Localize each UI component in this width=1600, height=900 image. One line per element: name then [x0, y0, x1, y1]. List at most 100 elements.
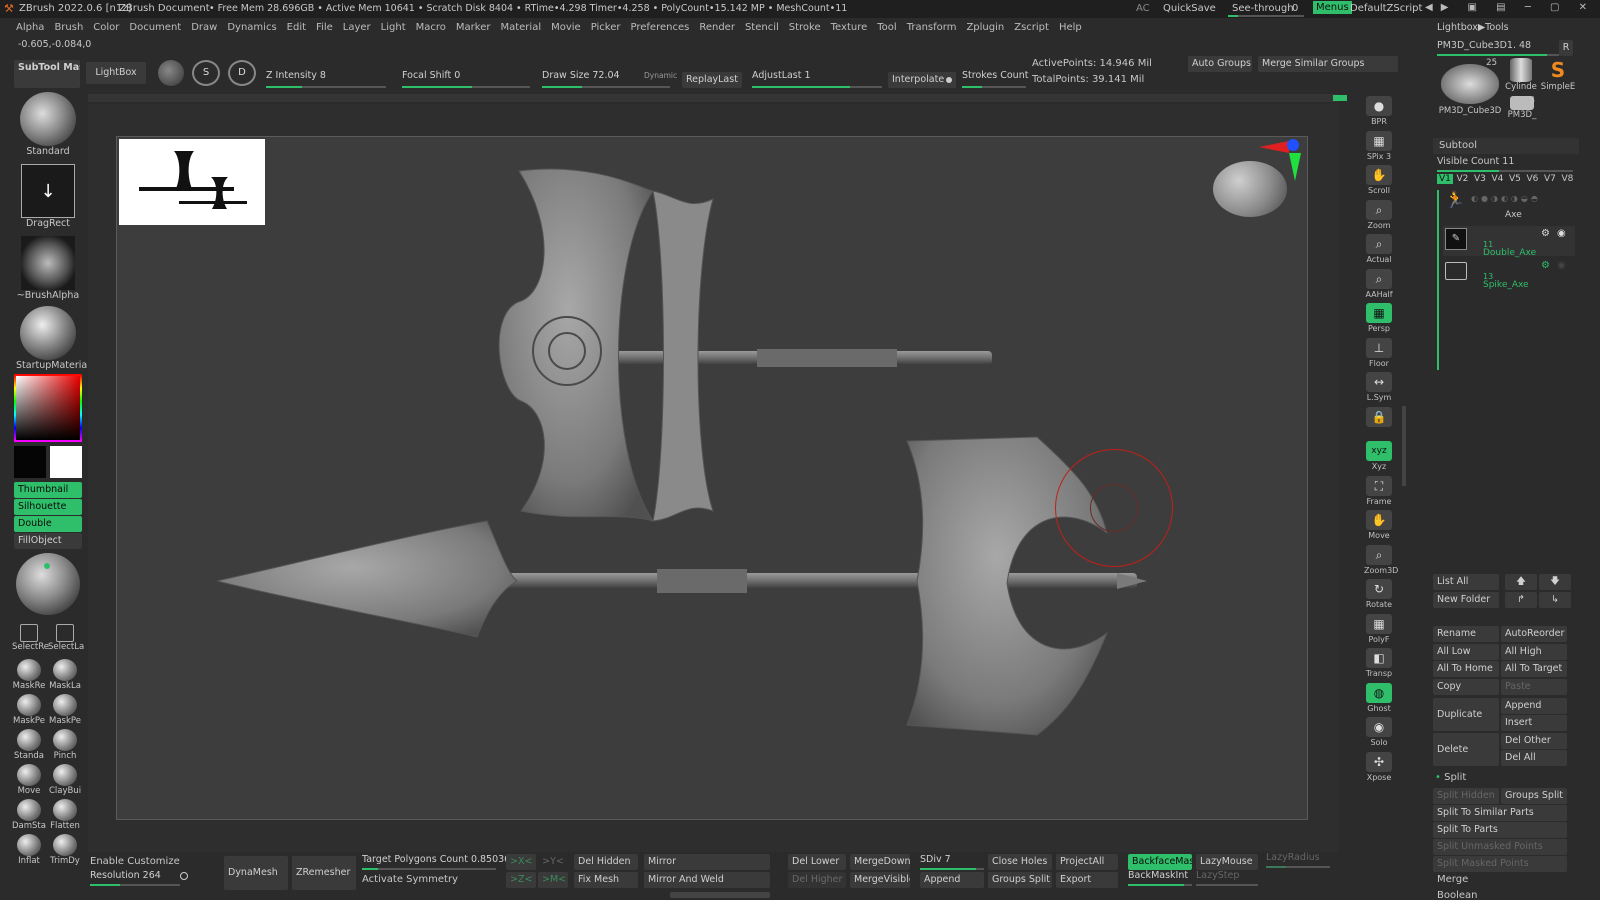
paste-button[interactable]: Paste	[1501, 678, 1567, 695]
del-higher-button[interactable]: Del Higher	[788, 872, 846, 888]
brush-flatten[interactable]: Flatten	[48, 799, 82, 831]
close-holes-button[interactable]: Close Holes	[988, 854, 1052, 870]
lazy-step-slider[interactable]: LazyStep	[1196, 870, 1258, 886]
current-stroke-thumbnail[interactable]: ↓ DragRect	[16, 164, 80, 232]
list-all-button[interactable]: List All	[1433, 574, 1499, 590]
menu-picker[interactable]: Picker	[591, 22, 621, 33]
primary-color-swatch[interactable]	[14, 446, 46, 478]
visible-count-slider[interactable]: Visible Count 11	[1437, 156, 1573, 172]
thumbnail-toggle[interactable]: Thumbnail	[14, 482, 82, 498]
gear-icon[interactable]: ⚙	[1541, 228, 1550, 239]
enable-customize-button[interactable]: Enable Customize	[90, 856, 180, 867]
canvas-scroll-indicator[interactable]	[1333, 95, 1347, 101]
menu-material[interactable]: Material	[500, 22, 541, 33]
dynamic-d-icon[interactable]: D	[228, 60, 256, 86]
menu-tool[interactable]: Tool	[877, 22, 896, 33]
target-polygons-slider[interactable]: Target Polygons Count 0.85036	[362, 854, 510, 870]
mirror-and-weld-button[interactable]: Mirror And Weld	[644, 872, 770, 888]
view-tool-scroll[interactable]: ✋ Scroll	[1364, 165, 1394, 195]
see-through-slider[interactable]: See-through 0	[1228, 1, 1304, 17]
brush-damsta[interactable]: DamSta	[12, 799, 46, 831]
menu-preferences[interactable]: Preferences	[631, 22, 690, 33]
r-button[interactable]: R	[1559, 40, 1573, 56]
move-out-folder-icon[interactable]: ↳	[1539, 592, 1571, 608]
lazy-mouse-toggle[interactable]: LazyMouse	[1196, 854, 1258, 870]
split-similar-parts-button[interactable]: Split To Similar Parts	[1433, 805, 1567, 821]
version-tab-v4[interactable]: V4	[1490, 174, 1506, 184]
project-all-button[interactable]: ProjectAll	[1056, 854, 1118, 870]
gear-icon[interactable]: ⚙	[1541, 260, 1550, 271]
eye-icon[interactable]: ◉	[1557, 260, 1566, 271]
bottom-tray-handle[interactable]	[670, 892, 770, 898]
new-folder-button[interactable]: New Folder	[1433, 592, 1499, 608]
backface-mask-toggle[interactable]: BackfaceMask	[1128, 854, 1192, 870]
menu-document[interactable]: Document	[129, 22, 181, 33]
rename-button[interactable]: Rename	[1433, 626, 1499, 642]
menu-layer[interactable]: Layer	[343, 22, 371, 33]
autoreorder-button[interactable]: AutoReorder	[1501, 626, 1567, 642]
auto-groups-button[interactable]: Auto Groups	[1188, 56, 1252, 72]
view-tool-zoom[interactable]: ⌕ Zoom	[1364, 199, 1394, 230]
view-tool-persp[interactable]: ▦ Persp	[1364, 303, 1394, 333]
activate-symmetry-button[interactable]: Activate Symmetry	[362, 874, 458, 885]
menus-toggle[interactable]: Menus	[1313, 1, 1352, 14]
menu-alpha[interactable]: Alpha	[16, 22, 44, 33]
tool-thumb-cylinder[interactable]: Cylinde	[1503, 58, 1539, 94]
focal-shift-slider[interactable]: Focal Shift 0	[402, 70, 530, 88]
zremesher-button[interactable]: ZRemesher	[292, 856, 356, 890]
del-lower-button[interactable]: Del Lower	[788, 854, 846, 870]
sdiv-slider[interactable]: SDiv 7	[920, 854, 984, 870]
view-tool-transp[interactable]: ◧ Transp	[1364, 648, 1394, 678]
mirror-button[interactable]: Mirror	[644, 854, 770, 870]
quicksave-button[interactable]: QuickSave	[1163, 3, 1216, 14]
lazy-radius-slider[interactable]: LazyRadius	[1266, 852, 1330, 868]
view-tool-zoom3d[interactable]: ⌕ Zoom3D	[1364, 544, 1398, 575]
menu-macro[interactable]: Macro	[416, 22, 446, 33]
menu-edit[interactable]: Edit	[287, 22, 306, 33]
current-tool-slider[interactable]: PM3D_Cube3D1. 48	[1437, 40, 1559, 56]
version-tab-v8[interactable]: V8	[1560, 174, 1576, 184]
view-tool-xyz[interactable]: xyz Xyz	[1364, 441, 1394, 471]
all-low-button[interactable]: All Low	[1433, 643, 1499, 660]
view-tool-ghost[interactable]: ◍ Ghost	[1364, 682, 1394, 713]
groups-split-button[interactable]: Groups Split	[988, 872, 1052, 888]
menu-zscript[interactable]: Zscript	[1014, 22, 1049, 33]
view-tool-bpr[interactable]: ● BPR	[1364, 96, 1394, 126]
del-hidden-button[interactable]: Del Hidden	[574, 854, 638, 870]
brush-selectla[interactable]: SelectLa	[48, 624, 84, 652]
view-tool-spix-3[interactable]: ▦ SPix 3	[1364, 130, 1394, 161]
menu-help[interactable]: Help	[1059, 22, 1082, 33]
split-masked-button[interactable]: Split Masked Points	[1433, 856, 1567, 872]
draw-size-s-icon[interactable]: S	[192, 60, 220, 86]
window-controls-icon[interactable]: ◀▶ ▣ ▤ ─ ▢ ✕	[1425, 2, 1595, 13]
view-tool-lock[interactable]: 🔒	[1364, 406, 1394, 428]
merge-visible-button[interactable]: MergeVisible	[850, 872, 910, 888]
merge-header[interactable]: Merge	[1437, 874, 1468, 885]
eye-icon[interactable]: ◉	[1557, 228, 1566, 239]
version-tab-v5[interactable]: V5	[1507, 174, 1523, 184]
tool-thumb-main[interactable]: 25 PM3D_Cube3D	[1437, 58, 1503, 122]
view-tool-floor[interactable]: ⊥ Floor	[1364, 337, 1394, 368]
menu-zplugin[interactable]: Zplugin	[966, 22, 1004, 33]
menu-marker[interactable]: Marker	[456, 22, 491, 33]
menu-texture[interactable]: Texture	[831, 22, 868, 33]
sym-y-button[interactable]: >Y<	[538, 854, 568, 870]
del-other-button[interactable]: Del Other	[1501, 733, 1567, 749]
version-tab-v1[interactable]: V1	[1437, 174, 1453, 184]
current-brush-thumbnail[interactable]: Standard	[16, 92, 80, 160]
version-tab-v6[interactable]: V6	[1525, 174, 1541, 184]
split-hidden-button[interactable]: Split Hidden	[1433, 788, 1499, 804]
move-up-arrow-icon[interactable]: 🡅	[1505, 574, 1537, 590]
sym-m-button[interactable]: >M<	[538, 872, 568, 888]
adjust-last-slider[interactable]: AdjustLast 1	[752, 70, 882, 88]
view-tool-l-sym[interactable]: ↔ L.Sym	[1364, 372, 1394, 402]
interpolate-toggle[interactable]: Interpolate	[888, 72, 956, 88]
move-to-folder-icon[interactable]: ↱	[1505, 592, 1537, 608]
view-tool-move[interactable]: ✋ Move	[1364, 510, 1394, 540]
resolution-dot-icon[interactable]	[180, 872, 188, 880]
version-tab-v3[interactable]: V3	[1472, 174, 1488, 184]
menu-brush[interactable]: Brush	[54, 22, 83, 33]
lightbox-button[interactable]: LightBox	[86, 62, 146, 84]
edit-mode-icon[interactable]	[158, 60, 184, 86]
material-preview-sphere[interactable]	[16, 553, 80, 615]
